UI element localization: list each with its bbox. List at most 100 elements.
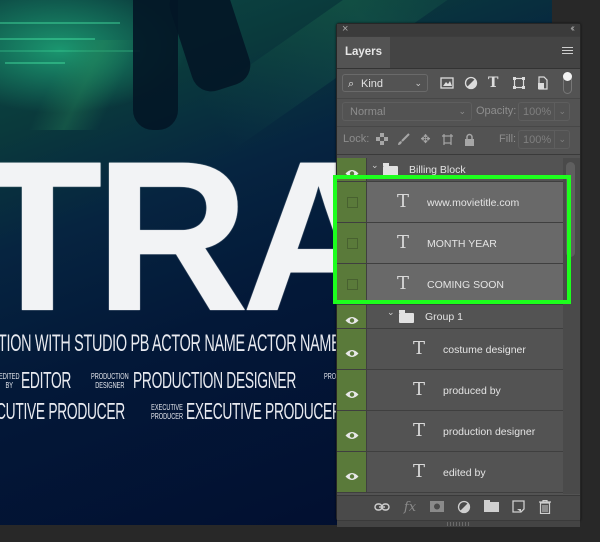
panel-resize-strip [337,520,580,527]
visibility-toggle[interactable] [337,264,367,304]
type-layer-icon: T [397,191,410,212]
layer-name: costume designer [443,344,526,356]
filter-toggle-switch[interactable] [563,72,572,94]
fill-field[interactable]: 100% ⌄ [518,130,570,149]
text-layer-row[interactable]: Twww.movietitle.com [337,182,563,223]
visibility-toggle[interactable] [337,329,367,369]
lock-all-icon[interactable] [463,133,476,146]
eye-icon [345,345,359,363]
pixel-layer-filter-icon[interactable] [440,76,454,90]
billing-line: CUTIVE PRODUCER EXECUTIVE PRODUCER EXECUTIV… [0,398,356,425]
figure-silhouette [133,0,178,130]
chevron-down-icon: ⌄ [414,78,422,88]
link-layers-icon[interactable] [374,500,390,516]
billing-role-label: EXECUTIVE PRODUCER [150,402,183,421]
adjustment-layer-icon[interactable] [456,500,472,516]
blend-mode-select[interactable]: Normal ⌄ [342,102,472,121]
visibility-toggle[interactable] [337,182,367,222]
tab-layers[interactable]: Layers [337,37,390,68]
layer-name: edited by [443,467,486,479]
layer-name: production designer [443,426,536,438]
text-layer-row[interactable]: T COMING SOON [337,264,563,305]
visibility-toggle[interactable] [337,305,367,328]
folder-icon [383,163,398,176]
hidden-visibility-box [347,237,358,249]
panel-tab-bar: Layers [337,37,580,69]
layers-panel: × ‹‹ Layers ⌕ Kind ⌄ T Normal ⌄ Opacity:… [336,23,581,527]
new-layer-icon[interactable] [510,500,526,516]
opacity-field[interactable]: 100% ⌄ [518,102,570,121]
layer-group-row[interactable]: ⌄ Group 1 [337,305,563,329]
visibility-toggle[interactable] [337,370,367,410]
folder-icon [399,310,414,323]
hidden-visibility-box [347,278,358,290]
filter-kind-select[interactable]: ⌕ Kind ⌄ [342,74,428,92]
new-group-icon[interactable] [483,500,499,516]
type-layer-icon: T [413,420,426,441]
layer-list: ⌄ Billing Block Twww.movietitle.com T MONTH … [337,158,563,494]
billing-credit: EDITOR [21,367,72,393]
panel-footer: fx [337,495,580,520]
layer-list-scrollbar[interactable] [563,158,580,494]
close-panel-icon[interactable]: × [342,23,348,35]
lock-artboard-icon[interactable] [441,133,454,146]
type-layer-icon: T [413,338,426,359]
fill-value: 100% [523,134,552,146]
panel-menu-icon[interactable] [562,47,573,56]
layer-name: MONTH YEAR [427,238,497,250]
type-layer-filter-icon[interactable]: T [488,76,502,90]
visibility-toggle[interactable] [337,452,367,492]
blend-row: Normal ⌄ Opacity: 100% ⌄ [337,98,580,127]
adjustment-layer-filter-icon[interactable] [464,76,478,90]
text-layer-row[interactable]: Tcostume designer [337,329,563,370]
chevron-down-icon: ⌄ [558,106,566,116]
expand-chevron-icon[interactable]: ⌄ [387,307,395,318]
fx-icon[interactable]: fx [402,500,418,516]
text-layer-row[interactable]: T MONTH YEAR [337,223,563,264]
lock-position-icon[interactable]: ✥ [419,133,432,146]
hidden-visibility-box [347,196,358,208]
layer-group-row[interactable]: ⌄ Billing Block [337,158,563,182]
delete-layer-icon[interactable] [537,499,553,516]
resize-grip[interactable] [447,522,471,526]
chevron-down-icon: ⌄ [458,106,466,116]
collapse-panel-icon[interactable]: ‹‹ [570,23,574,34]
lock-row: Lock: ✥ Fill: 100% ⌄ [337,126,580,155]
text-layer-row[interactable]: Tedited by [337,452,563,493]
billing-credit: PRODUCTION DESIGNER [133,367,297,393]
visibility-toggle[interactable] [337,223,367,263]
layer-name: Group 1 [425,311,463,323]
type-layer-icon: T [413,379,426,400]
type-layer-icon: T [413,461,426,482]
visibility-toggle[interactable] [337,158,367,181]
filter-row: ⌕ Kind ⌄ T [337,69,580,99]
lock-label: Lock: [343,133,370,145]
scrollbar-thumb[interactable] [566,162,575,257]
layer-name: produced by [443,385,501,397]
eye-icon [345,165,359,183]
light-streak [0,22,120,24]
billing-credit: CUTIVE PRODUCER [0,398,125,424]
poster-title-text: TRA [0,117,396,356]
text-layer-row[interactable]: Tproduced by [337,370,563,411]
add-mask-icon[interactable] [429,500,445,516]
expand-chevron-icon[interactable]: ⌄ [371,160,379,171]
opacity-label: Opacity: [476,105,517,117]
billing-role-label: PRODUCTION DESIGNER [91,371,130,390]
eye-icon [345,427,359,445]
eye-icon [345,312,359,330]
lock-image-pixels-icon[interactable] [397,133,410,146]
panel-titlebar[interactable]: × ‹‹ [337,23,580,36]
blend-mode-value: Normal [350,106,386,118]
smart-object-filter-icon[interactable] [536,76,550,90]
filter-kind-label: Kind [361,78,384,90]
text-layer-row[interactable]: Tproduction designer [337,411,563,452]
chevron-down-icon: ⌄ [558,134,566,144]
layer-name: www.movietitle.com [427,197,520,209]
layer-name: Billing Block [409,164,466,176]
eye-icon [345,386,359,404]
shape-layer-filter-icon[interactable] [512,76,526,90]
lock-transparent-pixels-icon[interactable] [375,133,388,146]
type-layer-icon: T [397,273,410,294]
visibility-toggle[interactable] [337,411,367,451]
